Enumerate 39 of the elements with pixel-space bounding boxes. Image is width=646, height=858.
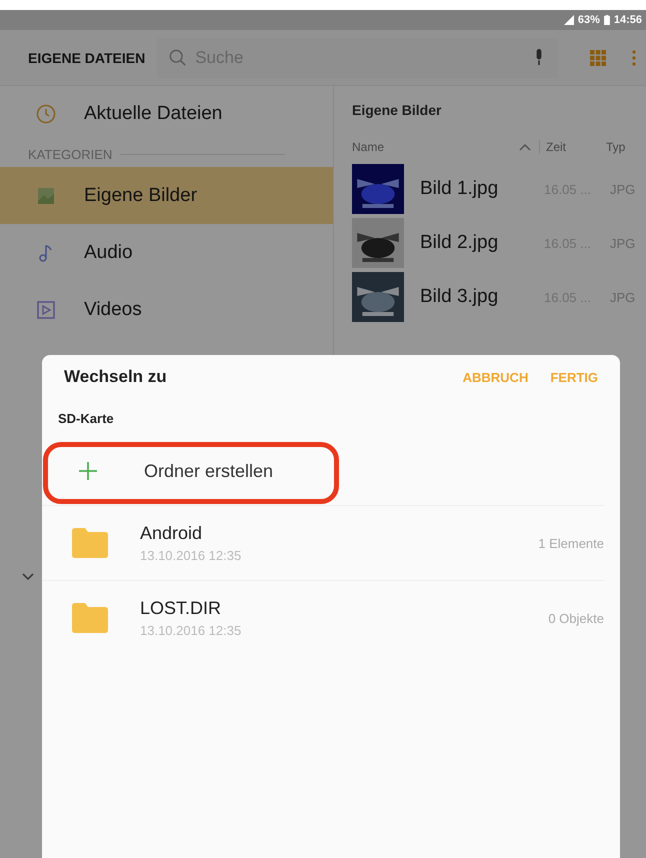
item-count: 0 Objekte: [548, 610, 604, 626]
folder-title: Eigene Bilder: [352, 101, 442, 120]
file-name[interactable]: Bild 2.jpg: [420, 232, 544, 254]
section-heading: KATEGORIEN: [28, 146, 112, 162]
column-header[interactable]: Zeit: [539, 140, 598, 154]
grid-view-icon[interactable]: [590, 50, 606, 66]
folder-icon: [72, 603, 108, 633]
clock: 14:56: [614, 14, 642, 26]
image-icon: [36, 186, 56, 206]
battery-icon: [604, 15, 610, 25]
recent-files-item[interactable]: Aktuelle Dateien: [0, 86, 333, 141]
category-item[interactable]: Videos: [0, 281, 333, 338]
create-folder-item[interactable]: Ordner erstellen: [42, 437, 620, 505]
signal-icon: [564, 15, 574, 25]
plus-icon: [78, 461, 98, 481]
dialog-title: Wechseln zu: [64, 367, 168, 387]
clock-icon: [36, 104, 56, 124]
file-name[interactable]: Bild 1.jpg: [420, 178, 544, 200]
folder-date: 13.10.2016 12:35: [140, 548, 242, 563]
search-icon: [169, 48, 188, 66]
microphone-icon[interactable]: [534, 49, 544, 66]
location-label: SD-Karte: [57, 410, 115, 428]
category-item[interactable]: Eigene Bilder: [0, 167, 333, 224]
video-icon: [36, 300, 56, 320]
app-title: EIGENE DATEIEN: [28, 50, 146, 66]
category-item[interactable]: Audio: [0, 224, 333, 281]
folder-icon: [72, 528, 108, 558]
file-name[interactable]: Bild 3.jpg: [420, 286, 544, 308]
item-count: 1 Elemente: [538, 536, 604, 550]
folder-item[interactable]: LOST.DIR 13.10.2016 12:35 0 Objekte: [42, 580, 604, 655]
more-icon[interactable]: [632, 50, 636, 66]
column-header[interactable]: Name: [352, 140, 519, 154]
folder-item[interactable]: Android 13.10.2016 12:35 1 Elemente: [42, 505, 604, 580]
column-header[interactable]: Typ: [598, 140, 646, 154]
battery-level: 63%: [578, 14, 600, 26]
folder-date: 13.10.2016 12:35: [140, 623, 242, 638]
folder-name: Android: [140, 523, 204, 544]
folder-name: LOST.DIR: [140, 598, 222, 619]
chevron-down-icon[interactable]: [22, 573, 34, 581]
